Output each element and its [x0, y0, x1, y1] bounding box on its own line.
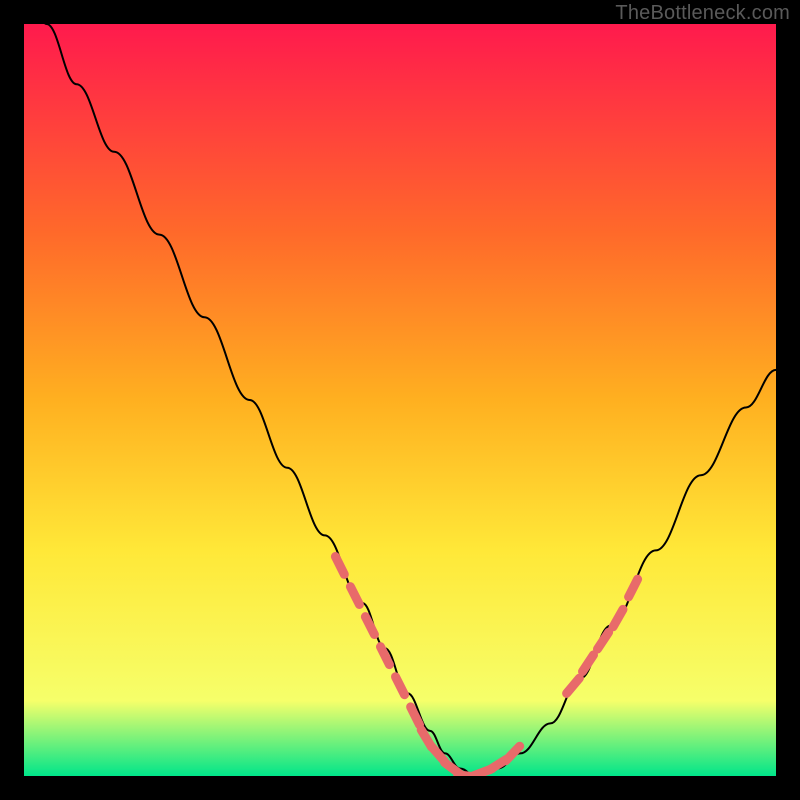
gradient-background [24, 24, 776, 776]
plot-area [24, 24, 776, 776]
chart-frame: TheBottleneck.com [0, 0, 800, 800]
bottleneck-chart [24, 24, 776, 776]
attribution-label: TheBottleneck.com [615, 2, 790, 25]
